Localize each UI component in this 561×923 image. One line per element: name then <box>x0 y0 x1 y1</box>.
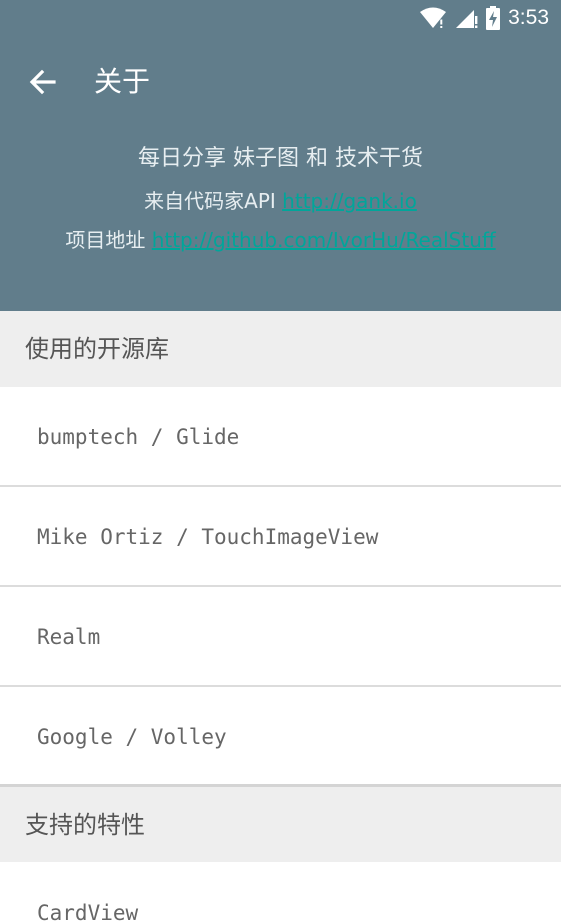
project-prefix: 项目地址 <box>65 228 152 252</box>
arrow-left-icon <box>28 68 56 100</box>
library-item-realm[interactable]: Realm <box>0 587 561 687</box>
about-header: 关于 每日分享 妹子图 和 技术干货 来自代码家API http://gank.… <box>0 38 561 311</box>
back-button[interactable] <box>20 62 64 106</box>
wifi-icon <box>420 7 447 29</box>
library-item-touchimageview[interactable]: Mike Ortiz / TouchImageView <box>0 487 561 587</box>
status-time: 3:53 <box>508 6 549 29</box>
status-icons: 3:53 <box>420 6 549 30</box>
section-header-libraries: 使用的开源库 <box>0 311 561 387</box>
project-line: 项目地址 http://github.com/IvorHu/RealStuff <box>0 226 561 254</box>
api-prefix: 来自代码家API <box>144 189 283 213</box>
library-item-glide[interactable]: bumptech / Glide <box>0 387 561 487</box>
library-item-volley[interactable]: Google / Volley <box>0 687 561 787</box>
status-bar: 3:53 <box>0 0 561 38</box>
section-header-features: 支持的特性 <box>0 787 561 863</box>
tagline: 每日分享 妹子图 和 技术干货 <box>138 146 423 171</box>
api-link[interactable]: http://gank.io <box>282 189 417 213</box>
battery-charging-icon <box>486 6 501 30</box>
page-title: 关于 <box>94 65 151 98</box>
feature-item-cardview[interactable]: CardView <box>0 862 561 923</box>
cell-signal-icon <box>454 7 478 29</box>
project-link[interactable]: http://github.com/IvorHu/RealStuff <box>152 228 496 252</box>
api-line: 来自代码家API http://gank.io <box>0 187 561 215</box>
